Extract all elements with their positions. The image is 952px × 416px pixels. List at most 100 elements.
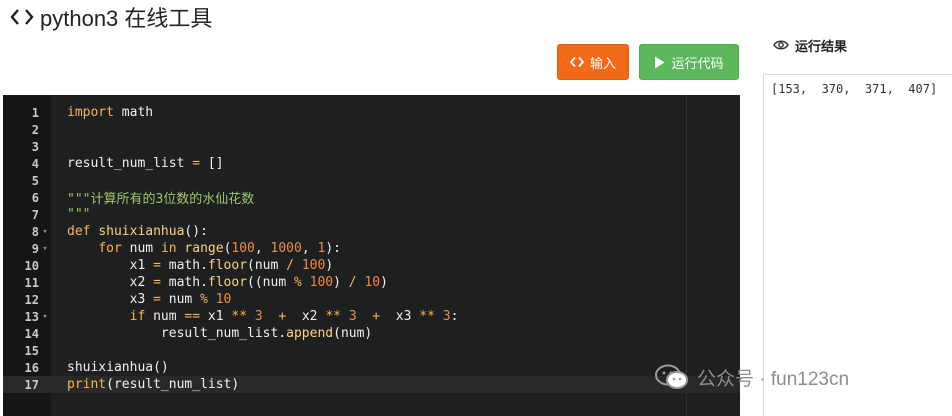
code-token: print xyxy=(67,377,107,392)
line-number: 12 xyxy=(24,292,39,307)
watermark-text: 公众号 · fun123cn xyxy=(697,368,850,390)
code-line[interactable]: 1 import math xyxy=(3,104,740,121)
code-token: x1 xyxy=(67,258,154,273)
line-number: 13 xyxy=(24,309,39,324)
code-line[interactable]: 11 x2 = math.floor((num % 100) / 10) xyxy=(3,274,740,291)
code-token: = xyxy=(153,258,161,273)
code-brackets-icon xyxy=(569,56,584,68)
code-line[interactable]: 7 """ xyxy=(3,206,740,223)
code-text: result_num_list = [] xyxy=(67,156,224,171)
code-line[interactable]: 13 ▾ if num == x1 ** 3 + x2 ** 3 + x3 ** … xyxy=(3,308,740,325)
code-token: x1 xyxy=(200,309,232,324)
code-token: import xyxy=(67,105,114,120)
code-token: range xyxy=(184,241,224,256)
watermark: 公众号 · fun123cn xyxy=(655,362,849,392)
line-number: 5 xyxy=(31,173,39,188)
code-text: print(result_num_list) xyxy=(67,377,239,392)
line-number: 17 xyxy=(24,377,39,392)
code-token: shuixianhua xyxy=(98,224,185,239)
code-token: num xyxy=(121,241,161,256)
code-token: ((num xyxy=(247,275,294,290)
code-token: floor xyxy=(207,275,248,290)
code-line[interactable]: 8 ▾ def shuixianhua(): xyxy=(3,223,740,240)
code-editor[interactable]: 1 import math 2 3 4 result_num_list = [] 5 6 """… xyxy=(3,95,740,416)
result-output-text: [153, 370, 371, 407] xyxy=(771,82,938,96)
code-token: (): xyxy=(184,224,208,239)
code-line[interactable]: 5 xyxy=(3,172,740,189)
line-number: 7 xyxy=(31,207,39,222)
code-line[interactable]: 3 xyxy=(3,138,740,155)
line-number: 9 xyxy=(31,241,39,256)
code-token: ) xyxy=(333,275,349,290)
code-token: result_num_list xyxy=(67,156,193,171)
code-line[interactable]: 10 x1 = math.floor(num / 100) xyxy=(3,257,740,274)
code-token: x2 xyxy=(286,309,326,324)
code-token: (num) xyxy=(333,326,373,341)
line-number: 10 xyxy=(24,258,39,273)
code-token: / xyxy=(348,275,357,290)
code-line[interactable]: 15 xyxy=(3,342,740,359)
result-heading: 运行结果 xyxy=(773,33,847,57)
code-token: ** xyxy=(325,309,341,324)
code-line[interactable]: 16 shuixianhua() xyxy=(3,359,740,376)
code-token: (num xyxy=(247,258,287,273)
line-number: 11 xyxy=(24,275,39,290)
code-token: num xyxy=(145,309,185,324)
code-token: if xyxy=(129,309,146,324)
play-icon xyxy=(655,56,665,68)
code-token: 10 xyxy=(215,292,232,307)
code-line[interactable]: 12 x3 = num % 10 xyxy=(3,291,740,308)
code-token: = xyxy=(153,292,161,307)
fold-arrow-icon[interactable]: ▾ xyxy=(39,227,51,237)
code-token: 100 xyxy=(309,275,334,290)
wechat-logo-icon xyxy=(655,364,688,389)
code-line[interactable]: 4 result_num_list = [] xyxy=(3,155,740,172)
code-token: ) xyxy=(380,275,388,290)
code-token: 3 xyxy=(442,309,451,324)
input-button[interactable]: 输入 xyxy=(557,44,629,80)
code-brackets-icon xyxy=(10,9,34,25)
code-token: x3 xyxy=(67,292,154,307)
code-token: + xyxy=(372,309,381,324)
code-text: shuixianhua() xyxy=(67,360,169,375)
code-token: % xyxy=(294,275,302,290)
code-line[interactable]: 9 ▾ for num in range(100, 1000, 1): xyxy=(3,240,740,257)
code-token: """计算所有的3位数的水仙花数 xyxy=(67,192,255,207)
code-token: 10 xyxy=(364,275,381,290)
line-number: 14 xyxy=(24,326,39,341)
line-number: 8 xyxy=(31,224,39,239)
page-title-text: python3 在线工具 xyxy=(40,6,213,31)
code-text: if num == x1 ** 3 + x2 ** 3 + x3 ** 3: xyxy=(67,309,459,324)
code-token: floor xyxy=(207,258,248,273)
input-button-label: 输入 xyxy=(589,55,616,71)
code-token: (result_num_list) xyxy=(106,377,240,392)
code-line[interactable]: 14 result_num_list.append(num) xyxy=(3,325,740,342)
code-text: """ xyxy=(67,207,90,222)
run-code-button[interactable]: 运行代码 xyxy=(639,44,739,80)
code-token: 100 xyxy=(301,258,326,273)
code-token: , xyxy=(301,241,318,256)
code-token: == xyxy=(184,309,201,324)
code-token: = xyxy=(153,275,161,290)
code-token: / xyxy=(286,258,294,273)
line-number: 2 xyxy=(31,122,39,137)
code-token: 3 xyxy=(254,309,263,324)
code-token: x2 xyxy=(67,275,154,290)
code-line[interactable]: 2 xyxy=(3,121,740,138)
code-token: % xyxy=(200,292,208,307)
eye-icon xyxy=(773,40,789,50)
fold-arrow-icon[interactable]: ▾ xyxy=(39,312,51,322)
code-token: for xyxy=(98,241,122,256)
code-line[interactable]: 6 """计算所有的3位数的水仙花数 xyxy=(3,189,740,208)
result-heading-label: 运行结果 xyxy=(795,38,848,54)
code-line[interactable]: 17 print(result_num_list) xyxy=(3,376,740,393)
fold-arrow-icon[interactable]: ▾ xyxy=(39,244,51,254)
